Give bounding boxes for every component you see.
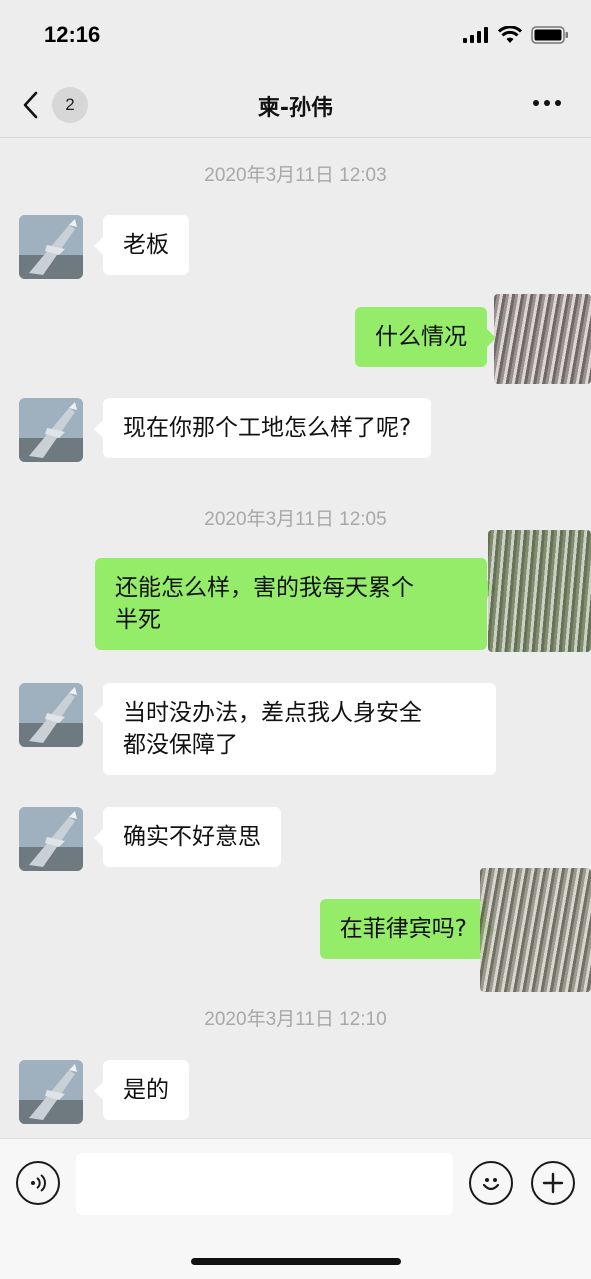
more-button[interactable] xyxy=(533,100,561,106)
message-line: 半死 xyxy=(115,607,161,633)
redacted-avatar xyxy=(494,294,591,384)
jet-photo-icon xyxy=(19,1060,83,1124)
contact-avatar[interactable] xyxy=(19,215,83,279)
message-line: 还能怎么样，害的我每天累个 xyxy=(115,575,414,601)
message-timestamp: 2020年3月11日 12:10 xyxy=(204,1009,387,1030)
message-line: 当时没办法，差点我人身安全 xyxy=(123,700,422,726)
home-indicator[interactable] xyxy=(191,1258,401,1265)
message-line: 都没保障了 xyxy=(123,732,238,758)
jet-photo-icon xyxy=(19,398,83,462)
chat-history[interactable]: 2020年3月11日 12:03 老板 什么情况 现在你那个工地怎么样了呢? 2… xyxy=(0,138,591,1138)
jet-photo-icon xyxy=(19,807,83,871)
contact-avatar[interactable] xyxy=(19,807,83,871)
jet-photo-icon xyxy=(19,683,83,747)
contact-avatar[interactable] xyxy=(19,1060,83,1124)
status-time: 12:16 xyxy=(44,22,101,47)
chat-title: 柬-孙伟 xyxy=(257,96,334,121)
voice-button[interactable] xyxy=(16,1161,60,1205)
redacted-avatar xyxy=(480,868,591,992)
plus-icon xyxy=(542,1172,564,1194)
message-input[interactable] xyxy=(76,1153,453,1215)
message-bubble-outgoing[interactable]: 还能怎么样，害的我每天累个 半死 xyxy=(95,558,496,650)
more-dots-icon xyxy=(544,100,550,106)
status-bar: 12:16 xyxy=(0,0,591,72)
message-bubble-outgoing[interactable]: 在菲律宾吗? xyxy=(319,899,497,959)
more-dots-icon xyxy=(533,100,539,106)
more-dots-icon xyxy=(555,100,561,106)
nav-bar: 2 柬-孙伟 xyxy=(0,72,591,138)
emoji-button[interactable] xyxy=(469,1161,513,1205)
wifi-icon xyxy=(498,26,522,43)
message-bubble-outgoing[interactable]: 什么情况 xyxy=(355,307,496,367)
message-timestamp: 2020年3月11日 12:05 xyxy=(204,509,387,530)
battery-icon xyxy=(531,26,568,44)
signal-icon xyxy=(463,27,488,43)
contact-avatar[interactable] xyxy=(19,398,83,462)
redacted-avatar xyxy=(488,530,591,652)
message-timestamp: 2020年3月11日 12:03 xyxy=(204,165,387,186)
message-bubble-incoming[interactable]: 当时没办法，差点我人身安全 都没保障了 xyxy=(94,683,496,775)
status-icons xyxy=(463,26,569,44)
plus-button[interactable] xyxy=(531,1161,575,1205)
message-bubble-incoming[interactable]: 现在你那个工地怎么样了呢? xyxy=(93,398,432,458)
message-bubble-incoming[interactable]: 老板 xyxy=(94,215,189,275)
emoji-icon xyxy=(482,1178,500,1191)
jet-photo-icon xyxy=(19,215,83,279)
contact-avatar[interactable] xyxy=(19,683,83,747)
voice-icon xyxy=(31,1174,46,1192)
message-bubble-incoming[interactable]: 确实不好意思 xyxy=(94,807,281,867)
message-bubble-incoming[interactable]: 是的 xyxy=(94,1060,189,1120)
